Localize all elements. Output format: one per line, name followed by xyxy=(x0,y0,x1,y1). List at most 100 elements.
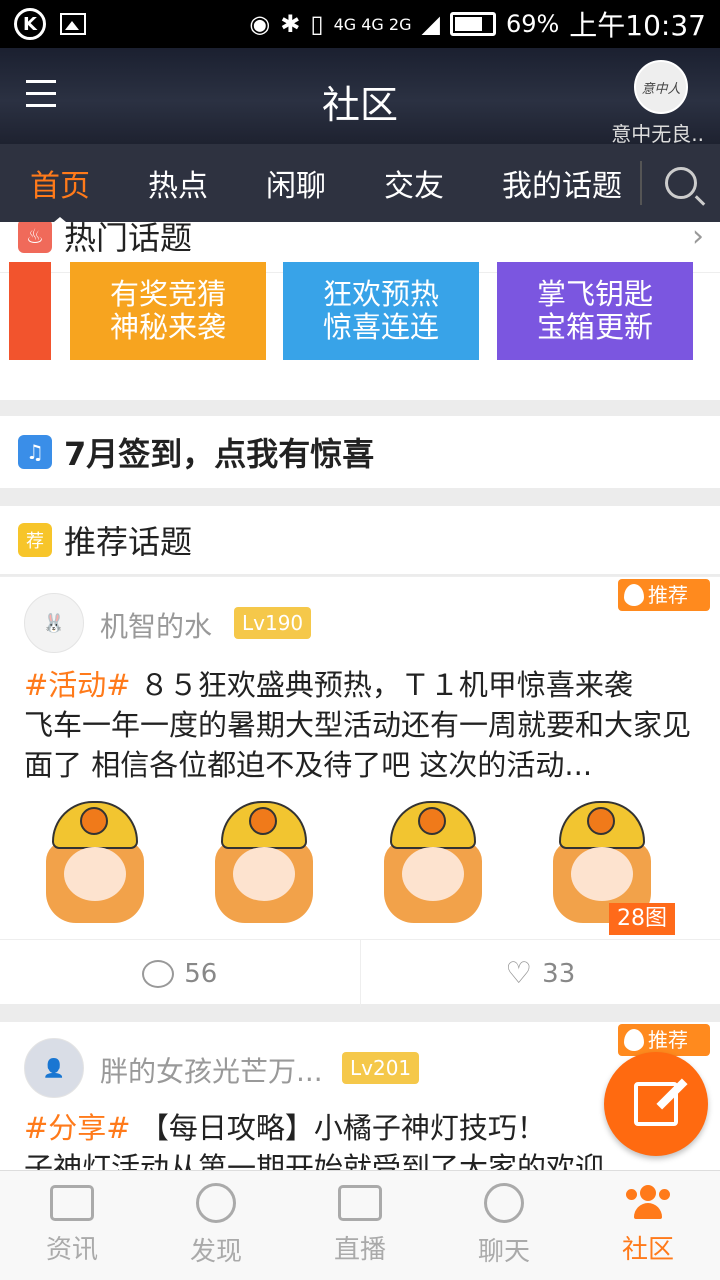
post-text[interactable]: #活动# ８５狂欢盛典预热，Ｔ１机甲惊喜来袭 飞车一年一度的暑期大型活动还有一周… xyxy=(24,665,696,785)
banner-keys[interactable]: 掌飞钥匙 宝箱更新 xyxy=(497,262,693,360)
comment-button[interactable]: 56 xyxy=(0,940,360,1007)
post-text[interactable]: #分享# 【每日攻略】小橘子神灯技巧！ 子神灯活动从第一期开始就受到了大家的欢迎 xyxy=(24,1108,696,1170)
image-count-badge: 28图 xyxy=(609,903,675,935)
edit-icon xyxy=(634,1082,678,1126)
tab-chat[interactable]: 闲聊 xyxy=(266,161,326,205)
level-badge: Lv190 xyxy=(234,607,312,639)
post-card[interactable]: 🐰 机智的水 Lv190 推荐 #活动# ８５狂欢盛典预热，Ｔ１机甲惊喜来袭 飞… xyxy=(0,576,720,1007)
banner-line: 狂欢预热 xyxy=(322,277,439,311)
bottom-nav: 资讯 发现 直播 聊天 社区 xyxy=(0,1170,720,1280)
nav-label: 资讯 xyxy=(45,1235,98,1265)
chibi-image xyxy=(40,797,150,927)
user-name[interactable]: 意中无良.. xyxy=(611,118,704,147)
like-count: 33 xyxy=(542,958,576,989)
post-actions: 56 ♡ 33 xyxy=(0,939,720,1007)
post-tag[interactable]: #分享# xyxy=(24,1111,131,1145)
nav-discover[interactable]: 发现 xyxy=(144,1171,288,1280)
banner-line: 惊喜连连 xyxy=(322,310,439,344)
banner-carnival[interactable]: 狂欢预热 惊喜连连 xyxy=(283,262,479,360)
clock: 上午10:37 xyxy=(569,9,706,42)
recommend-title: 推荐话题 xyxy=(64,523,193,561)
chevron-right-icon: › xyxy=(692,222,704,254)
post-body: 子神灯活动从第一期开始就受到了大家的欢迎 xyxy=(24,1151,605,1170)
level-badge: Lv201 xyxy=(342,1052,420,1084)
compose-button[interactable] xyxy=(604,1052,708,1156)
battery-percent: 69% xyxy=(505,10,560,38)
post-image[interactable] xyxy=(191,789,337,935)
video-camera-icon xyxy=(338,1185,382,1221)
newspaper-icon xyxy=(50,1185,94,1221)
post-image[interactable] xyxy=(360,789,506,935)
heart-icon: ♡ xyxy=(505,956,533,991)
fire-icon: ♨ xyxy=(18,222,52,253)
flame-icon xyxy=(624,584,644,606)
user-avatar[interactable]: 意中人 xyxy=(634,60,688,114)
search-icon xyxy=(196,1183,236,1223)
network-label: 4G 4G 2G xyxy=(333,14,412,34)
post-headline: ８５狂欢盛典预热，Ｔ１机甲惊喜来袭 xyxy=(130,668,633,702)
banner-partial[interactable] xyxy=(9,262,51,360)
recommend-badge: 推荐 xyxy=(618,1024,710,1056)
recommend-icon: 荐 xyxy=(18,523,52,557)
status-bar: K ◉ ✱ ▯ 4G 4G 2G ◢ 69% 上午10:37 xyxy=(0,0,720,48)
banner-line: 掌飞钥匙 xyxy=(536,277,653,311)
like-button[interactable]: ♡ 33 xyxy=(359,940,720,1007)
chibi-image xyxy=(209,797,319,927)
checkin-card[interactable]: ♫ 7月签到，点我有惊喜 xyxy=(0,416,720,488)
recommend-badge-label: 推荐 xyxy=(648,1028,688,1052)
tab-home[interactable]: 首页 xyxy=(30,161,90,227)
image-notification-icon xyxy=(60,13,86,35)
comment-icon xyxy=(142,959,175,988)
avatar[interactable]: 👤 xyxy=(24,1038,84,1098)
nav-label: 聊天 xyxy=(477,1237,530,1267)
nav-label: 发现 xyxy=(189,1237,242,1267)
signal-icon: ◢ xyxy=(421,10,440,38)
tab-hot[interactable]: 热点 xyxy=(148,161,208,205)
post-tag[interactable]: #活动# xyxy=(24,668,131,702)
hotspot-icon: ◉ xyxy=(249,10,271,38)
post-username[interactable]: 胖的女孩光芒万... xyxy=(100,1050,323,1090)
banner-line: 神秘来袭 xyxy=(109,310,226,344)
nav-label: 直播 xyxy=(333,1235,386,1265)
search-icon xyxy=(665,167,697,199)
search-button[interactable] xyxy=(642,144,720,222)
vibrate-icon: ▯ xyxy=(310,10,324,38)
tab-my-topics[interactable]: 我的话题 xyxy=(502,161,622,205)
tab-friends[interactable]: 交友 xyxy=(384,161,444,205)
checkin-row: ♫ 7月签到，点我有惊喜 xyxy=(0,416,720,488)
post-headline-row: #活动# ８５狂欢盛典预热，Ｔ１机甲惊喜来袭 xyxy=(24,665,696,705)
hot-topics-card: ♨ 热门话题 › 有奖竞猜 神秘来袭 狂欢预热 惊喜连连 掌飞钥匙 宝箱更新 xyxy=(0,222,720,400)
feed[interactable]: ♨ 热门话题 › 有奖竞猜 神秘来袭 狂欢预热 惊喜连连 掌飞钥匙 宝箱更新 ♫… xyxy=(0,222,720,1170)
post-username[interactable]: 机智的水 xyxy=(100,605,212,645)
flame-icon xyxy=(624,1029,644,1051)
banner-line: 宝箱更新 xyxy=(536,310,653,344)
post-image[interactable] xyxy=(22,789,168,935)
banner-guess[interactable]: 有奖竞猜 神秘来袭 xyxy=(70,262,266,360)
post-headline: 【每日攻略】小橘子神灯技巧！ xyxy=(130,1111,546,1145)
checkin-title: 7月签到，点我有惊喜 xyxy=(64,435,375,473)
post-body: 飞车一年一度的暑期大型活动还有一周就要和大家见面了 相信各位都迫不及待了吧 这次… xyxy=(24,708,692,782)
recommend-row: 荐 推荐话题 xyxy=(0,506,720,574)
recommend-header: 荐 推荐话题 xyxy=(0,506,720,574)
avatar[interactable]: 🐰 xyxy=(24,593,84,653)
recommend-badge: 推荐 xyxy=(618,579,710,611)
bluetooth-icon: ✱ xyxy=(280,10,301,38)
nav-news[interactable]: 资讯 xyxy=(0,1171,144,1280)
hot-topics-title: 热门话题 xyxy=(64,222,193,257)
nav-chat[interactable]: 聊天 xyxy=(432,1171,576,1280)
music-note-icon: ♫ xyxy=(18,435,52,469)
battery-icon xyxy=(449,12,496,36)
comment-count: 56 xyxy=(184,958,218,989)
nav-community[interactable]: 社区 xyxy=(576,1171,720,1280)
recommend-badge-label: 推荐 xyxy=(648,583,688,607)
post-image[interactable]: 28图 xyxy=(529,789,675,935)
tab-bar: 首页 热点 闲聊 交友 我的话题 xyxy=(0,144,720,227)
chat-bubble-icon xyxy=(484,1183,524,1223)
nav-live[interactable]: 直播 xyxy=(288,1171,432,1280)
nav-label: 社区 xyxy=(621,1235,674,1265)
chibi-image xyxy=(378,797,488,927)
banner-line: 有奖竞猜 xyxy=(109,277,226,311)
app-header: 社区 意中人 意中无良.. xyxy=(0,48,720,147)
people-icon xyxy=(624,1185,672,1221)
post-headline-row: #分享# 【每日攻略】小橘子神灯技巧！ xyxy=(24,1108,696,1148)
